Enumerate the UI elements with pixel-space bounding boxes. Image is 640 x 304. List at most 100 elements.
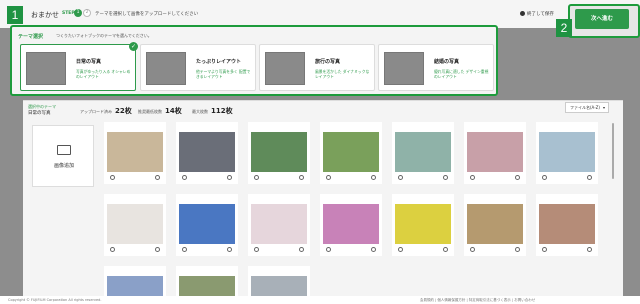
copyright-text: Copyright © FUJIFILM Corporation All rig… xyxy=(8,298,102,302)
rotate-icon[interactable] xyxy=(182,247,187,252)
zoom-icon[interactable] xyxy=(371,247,376,252)
photo-tile[interactable] xyxy=(464,122,526,184)
photo-thumbnail xyxy=(539,132,595,172)
photo-thumbnail xyxy=(179,204,235,244)
step-2-indicator: 2 xyxy=(83,9,91,17)
zoom-icon[interactable] xyxy=(155,175,160,180)
footer-links[interactable]: 会員規約 | 個人情報保護方針 | 特定商取引法に基づく表示 | お問い合わせ xyxy=(420,298,535,303)
rotate-icon[interactable] xyxy=(542,247,547,252)
check-icon: ✓ xyxy=(129,42,138,51)
rotate-icon[interactable] xyxy=(110,175,115,180)
next-button[interactable]: 次へ進む xyxy=(575,9,629,29)
theme-card-description: 優れ写真に適した デザイン重視のレイアウト xyxy=(434,69,489,79)
photo-tile[interactable] xyxy=(176,266,238,304)
callout-badge-2: 2 xyxy=(556,19,572,37)
theme-thumbnail xyxy=(146,52,186,85)
photo-tile[interactable] xyxy=(392,122,454,184)
rotate-icon[interactable] xyxy=(254,175,259,180)
theme-select-label: テーマ選択 xyxy=(18,34,44,40)
rotate-icon[interactable] xyxy=(110,247,115,252)
zoom-icon[interactable] xyxy=(299,247,304,252)
close-icon xyxy=(520,11,525,16)
zoom-icon[interactable] xyxy=(155,247,160,252)
rotate-icon[interactable] xyxy=(398,175,403,180)
theme-card-title: 日常の写真 xyxy=(76,59,102,65)
rotate-icon[interactable] xyxy=(326,175,331,180)
rotate-icon[interactable] xyxy=(470,247,475,252)
sort-select[interactable]: ファイル名(A-Z) ▾ xyxy=(565,102,609,113)
zoom-icon[interactable] xyxy=(371,175,376,180)
step-label: STEP xyxy=(62,11,75,16)
photo-thumbnail xyxy=(467,204,523,244)
theme-thumbnail xyxy=(384,52,424,85)
photo-thumbnail xyxy=(323,132,379,172)
theme-card-plenty[interactable]: たっぷりレイアウト 他テーマより写真を多く 配置できるレイアウト xyxy=(140,44,256,91)
photo-tile[interactable] xyxy=(536,194,598,256)
zoom-icon[interactable] xyxy=(443,175,448,180)
chevron-down-icon: ▾ xyxy=(602,105,605,110)
step-description: テーマを選択して画像をアップロードしてください xyxy=(95,12,199,17)
theme-thumbnail xyxy=(265,52,305,85)
max-count-value: 112枚 xyxy=(211,107,233,115)
photo-tile[interactable] xyxy=(104,122,166,184)
photo-thumbnail xyxy=(251,204,307,244)
photo-tile[interactable] xyxy=(320,194,382,256)
zoom-icon[interactable] xyxy=(515,247,520,252)
add-image-button[interactable]: 画像追加 xyxy=(32,125,94,187)
save-exit-label: 終了して保存 xyxy=(527,12,554,17)
rotate-icon[interactable] xyxy=(542,175,547,180)
footer: Copyright © FUJIFILM Corporation All rig… xyxy=(0,296,640,304)
rotate-icon[interactable] xyxy=(470,175,475,180)
photo-thumbnail xyxy=(467,132,523,172)
upload-count-label: アップロード済み xyxy=(80,109,112,114)
photo-tile[interactable] xyxy=(392,194,454,256)
theme-card-title: 旅行の写真 xyxy=(315,59,341,65)
rotate-icon[interactable] xyxy=(326,247,331,252)
save-exit-button[interactable]: 終了して保存 xyxy=(520,11,554,17)
theme-card-description: 他テーマより写真を多く 配置できるレイアウト xyxy=(196,69,251,79)
callout-badge-1: 1 xyxy=(7,6,23,24)
photo-thumbnail xyxy=(107,204,163,244)
upload-count-value: 22枚 xyxy=(115,107,132,115)
photo-thumbnail xyxy=(107,132,163,172)
zoom-icon[interactable] xyxy=(227,247,232,252)
photo-tile[interactable] xyxy=(248,266,310,304)
max-count-label: 最大枚数 xyxy=(192,109,208,114)
theme-card-title: 結婚の写真 xyxy=(434,59,460,65)
photo-thumbnail xyxy=(251,132,307,172)
photo-tile[interactable] xyxy=(320,122,382,184)
theme-card-description: 写真がゆったり入る オシャレめのレイアウト xyxy=(76,69,131,79)
sort-select-label: ファイル名(A-Z) xyxy=(570,105,600,110)
photo-tile[interactable] xyxy=(176,194,238,256)
recommended-count-label: 推奨最低枚数 xyxy=(138,109,162,114)
theme-select-description: つくりたいフォトブックのテーマを選んでください。 xyxy=(56,33,152,38)
photo-thumbnail xyxy=(539,204,595,244)
theme-thumbnail xyxy=(26,52,66,85)
rotate-icon[interactable] xyxy=(398,247,403,252)
photo-tile[interactable] xyxy=(248,194,310,256)
rotate-icon[interactable] xyxy=(254,247,259,252)
photo-tile[interactable] xyxy=(104,194,166,256)
photo-tile[interactable] xyxy=(176,122,238,184)
theme-card-title: たっぷりレイアウト xyxy=(196,59,242,65)
zoom-icon[interactable] xyxy=(299,175,304,180)
theme-card-travel[interactable]: 旅行の写真 風景を活かした ダイナミックなレイアウト xyxy=(259,44,375,91)
zoom-icon[interactable] xyxy=(443,247,448,252)
upload-count: アップロード済み 22枚 xyxy=(80,106,132,116)
photo-tile[interactable] xyxy=(248,122,310,184)
rotate-icon[interactable] xyxy=(182,175,187,180)
theme-card-wedding[interactable]: 結婚の写真 優れ写真に適した デザイン重視のレイアウト xyxy=(378,44,494,91)
photo-tile[interactable] xyxy=(104,266,166,304)
photo-tile[interactable] xyxy=(536,122,598,184)
theme-card-daily[interactable]: 日常の写真 写真がゆったり入る オシャレめのレイアウト ✓ xyxy=(20,42,138,91)
scrollbar[interactable] xyxy=(612,123,614,179)
zoom-icon[interactable] xyxy=(587,247,592,252)
zoom-icon[interactable] xyxy=(587,175,592,180)
photo-tile[interactable] xyxy=(464,194,526,256)
add-image-icon xyxy=(57,145,71,155)
recommended-count-value: 14枚 xyxy=(165,107,182,115)
add-image-label: 画像追加 xyxy=(53,163,74,169)
photo-thumbnail xyxy=(323,204,379,244)
zoom-icon[interactable] xyxy=(227,175,232,180)
zoom-icon[interactable] xyxy=(515,175,520,180)
